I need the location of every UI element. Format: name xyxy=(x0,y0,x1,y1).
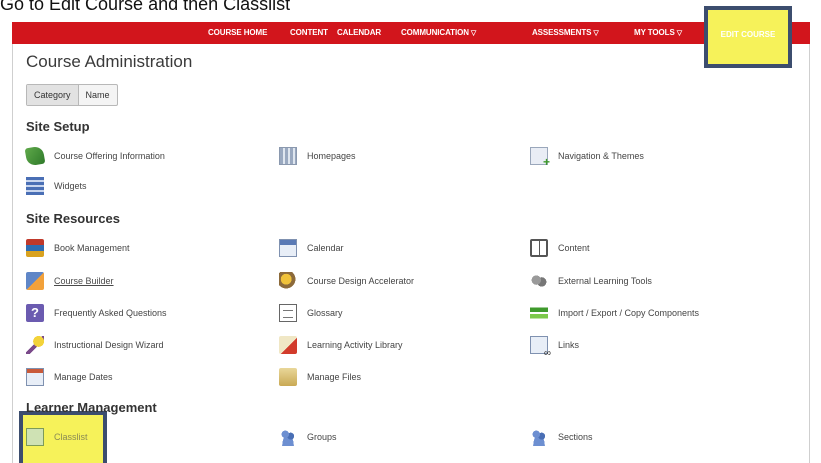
chevron-down-icon: ▽ xyxy=(676,30,682,37)
section-site-setup: Site Setup xyxy=(26,119,90,134)
widget-icon xyxy=(26,177,44,195)
tool-manage-files[interactable]: Manage Files xyxy=(279,367,361,387)
tool-groups[interactable]: Groups xyxy=(279,427,337,447)
tool-classlist[interactable]: Classlist xyxy=(26,427,88,447)
calendar-icon xyxy=(279,239,297,257)
section-learner-management: Learner Management xyxy=(26,400,157,415)
category-view-button[interactable]: Category xyxy=(27,85,79,105)
link-icon xyxy=(530,336,551,359)
name-view-button[interactable]: Name xyxy=(79,85,117,105)
tool-glossary[interactable]: Glossary xyxy=(279,303,343,323)
tool-import-export-copy[interactable]: Import / Export / Copy Components xyxy=(530,303,699,323)
instruction-caption: Go to Edit Course and then Classlist xyxy=(0,0,291,14)
tool-content[interactable]: Content xyxy=(530,238,590,258)
open-book-icon xyxy=(530,239,548,257)
view-toggle: Category Name xyxy=(26,84,118,106)
tool-instructional-design-wizard[interactable]: Instructional Design Wizard xyxy=(26,335,164,355)
chevron-down-icon: ▽ xyxy=(593,30,599,37)
navigation-add-icon xyxy=(530,147,550,169)
nav-calendar[interactable]: CALENDAR xyxy=(337,22,381,44)
section-site-resources: Site Resources xyxy=(26,211,120,226)
question-mark-icon: ? xyxy=(26,304,44,322)
calendar-dates-icon xyxy=(26,368,44,386)
nav-edit-course-label: EDIT COURSE xyxy=(720,30,776,39)
tool-links[interactable]: Links xyxy=(530,335,579,359)
import-export-arrows-icon xyxy=(530,304,548,322)
tool-navigation-themes[interactable]: Navigation & Themes xyxy=(530,146,644,169)
nav-assessments[interactable]: ASSESSMENTS ▽ xyxy=(532,22,599,44)
lms-page xyxy=(12,22,810,463)
nav-edit-course[interactable]: EDIT COURSE xyxy=(704,6,792,68)
tool-course-builder[interactable]: Course Builder xyxy=(26,271,114,291)
wizard-wand-icon xyxy=(26,336,44,354)
folder-icon xyxy=(279,368,297,386)
nav-communication[interactable]: COMMUNICATION ▽ xyxy=(401,22,476,44)
tool-book-management[interactable]: Book Management xyxy=(26,238,130,258)
homepage-icon xyxy=(279,147,297,165)
books-icon xyxy=(26,239,44,257)
tool-sections[interactable]: Sections xyxy=(530,427,593,447)
tool-homepages[interactable]: Homepages xyxy=(279,146,356,166)
nav-course-home[interactable]: COURSE HOME xyxy=(208,22,267,44)
tool-manage-dates[interactable]: Manage Dates xyxy=(26,367,113,387)
page-title: Course Administration xyxy=(26,52,193,71)
users-icon xyxy=(279,428,297,446)
tool-course-design-accelerator[interactable]: Course Design Accelerator xyxy=(279,271,414,291)
builder-icon xyxy=(26,272,44,290)
external-tools-icon xyxy=(530,272,548,290)
nav-my-tools[interactable]: MY TOOLS ▽ xyxy=(634,22,682,44)
chevron-down-icon: ▽ xyxy=(470,30,477,37)
glossary-icon xyxy=(279,304,297,322)
nav-content[interactable]: CONTENT xyxy=(290,22,328,44)
book-icon xyxy=(24,145,46,167)
tool-learning-activity-library[interactable]: Learning Activity Library xyxy=(279,335,403,355)
tool-external-learning-tools[interactable]: External Learning Tools xyxy=(530,271,652,291)
accelerator-icon xyxy=(279,272,297,290)
tool-course-offering-information[interactable]: Course Offering Information xyxy=(24,145,165,167)
tool-frequently-asked-questions[interactable]: ? Frequently Asked Questions xyxy=(26,303,167,323)
classlist-icon xyxy=(26,428,44,446)
top-navbar: COURSE HOME CONTENT CALENDAR COMMUNICATI… xyxy=(12,22,810,44)
tool-widgets[interactable]: Widgets xyxy=(26,176,87,196)
tool-calendar[interactable]: Calendar xyxy=(279,238,344,258)
library-icon xyxy=(279,336,297,354)
users-icon xyxy=(530,428,548,446)
